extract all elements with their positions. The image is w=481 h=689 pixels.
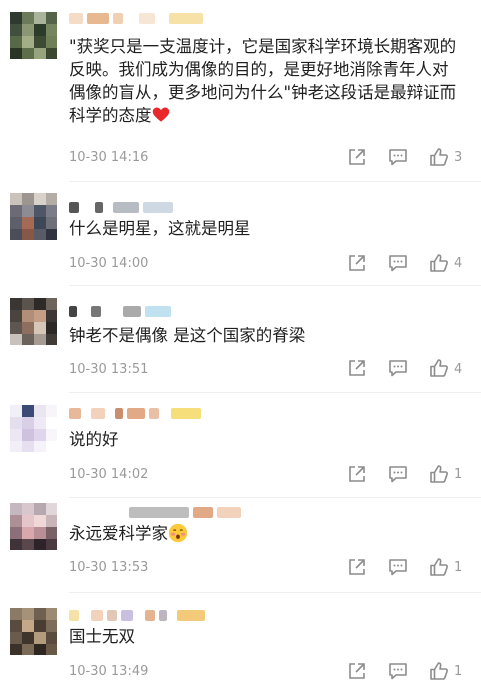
share-icon[interactable] [347,253,367,273]
comment-text: 永远爱科学家 [69,522,459,545]
share-icon[interactable] [347,557,367,577]
avatar[interactable] [10,298,57,345]
divider [69,181,481,182]
like-count: 3 [454,150,463,165]
comment-text: 钟老不是偶像 是这个国家的脊梁 [69,326,306,345]
share-icon[interactable] [347,147,367,167]
comment-text: "获奖只是一支温度计，它是国家科学环境长期客观的反映。我们成为偶像的目的，是更好… [69,37,457,125]
like-count: 4 [454,256,463,271]
comment-time: 10-30 13:53 [69,560,149,575]
share-icon[interactable] [347,358,367,378]
divider [69,592,481,593]
avatar[interactable] [10,608,57,655]
thumbs-up-icon[interactable] [429,147,449,167]
like-count: 1 [454,467,463,482]
avatar[interactable] [10,12,57,59]
comment-time: 10-30 14:02 [69,467,149,482]
reply-comment-icon[interactable] [388,557,408,577]
red-heart-emoji [152,107,169,122]
share-icon[interactable] [347,661,367,681]
divider [69,497,481,498]
divider [69,285,481,286]
username[interactable] [69,199,173,215]
reply-comment-icon[interactable] [388,358,408,378]
username[interactable] [69,405,201,421]
like-count: 4 [454,362,463,377]
thumbs-up-icon[interactable] [429,661,449,681]
like-count: 1 [454,664,463,679]
username[interactable] [69,303,171,319]
comment-text: 什么是明星，这就是明星 [69,219,251,238]
comment-text: 说的好 [69,430,119,449]
reply-comment-icon[interactable] [388,661,408,681]
reply-comment-icon[interactable] [388,147,408,167]
comment-time: 10-30 14:00 [69,256,149,271]
reply-comment-icon[interactable] [388,464,408,484]
comment-time: 10-30 13:51 [69,362,149,377]
divider [69,392,481,393]
share-icon[interactable] [347,464,367,484]
avatar[interactable] [10,405,57,452]
thumbs-up-icon[interactable] [429,464,449,484]
thumbs-up-icon[interactable] [429,557,449,577]
comment-text: 国士无双 [69,627,135,646]
username[interactable] [69,607,205,623]
comment-time: 10-30 13:49 [69,664,149,679]
like-count: 1 [454,560,463,575]
thumbs-up-icon[interactable] [429,358,449,378]
avatar[interactable] [10,503,57,550]
reply-comment-icon[interactable] [388,253,408,273]
blushing-face-emoji [168,523,188,543]
avatar[interactable] [10,193,57,240]
username[interactable] [69,10,203,26]
comment-time: 10-30 14:16 [69,150,149,165]
thumbs-up-icon[interactable] [429,253,449,273]
username[interactable] [69,504,241,520]
